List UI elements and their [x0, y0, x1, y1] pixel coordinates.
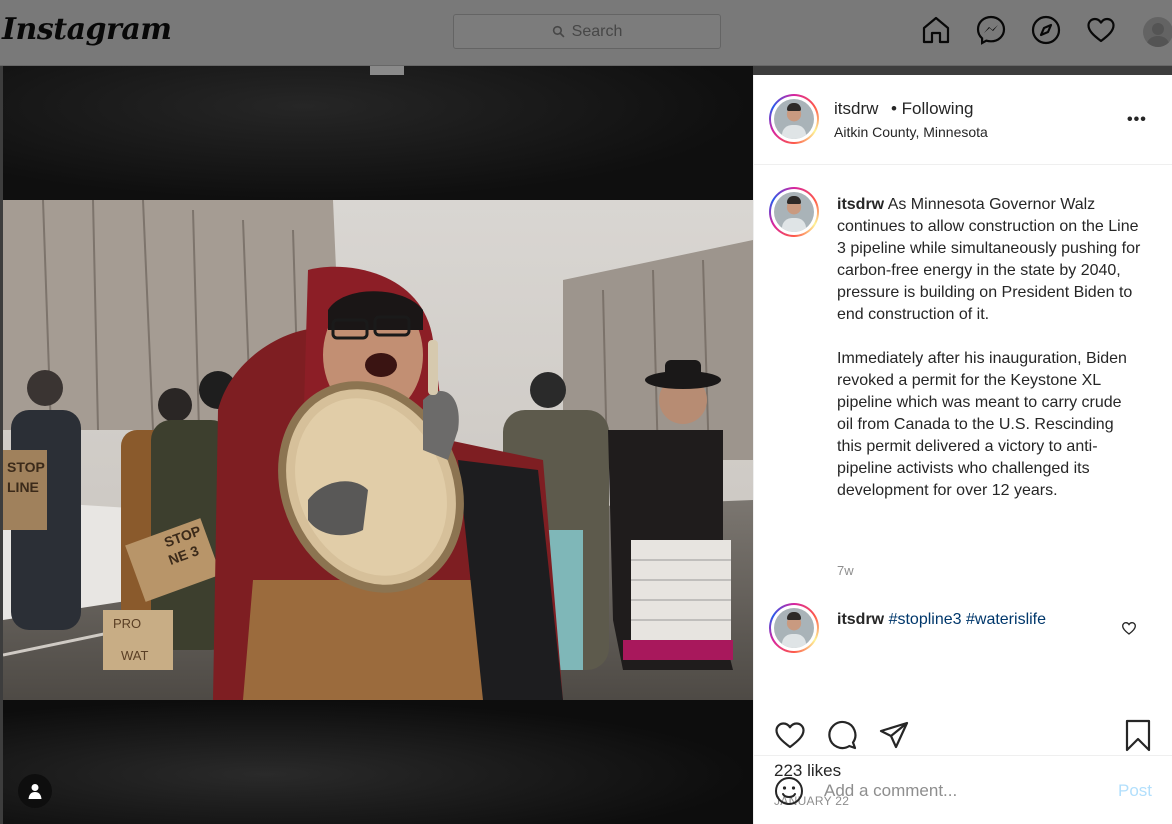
author-username[interactable]: itsdrw	[834, 99, 878, 119]
comments-list[interactable]: itsdrw As Minnesota Governor Walz contin…	[754, 166, 1172, 711]
user-icon	[28, 784, 42, 799]
like-comment-heart-icon[interactable]	[1121, 620, 1137, 636]
share-paper-plane-icon[interactable]	[878, 719, 910, 751]
caption-paragraph-1: As Minnesota Governor Walz continues to …	[837, 196, 1141, 323]
more-options-button[interactable]: •••	[1127, 111, 1147, 129]
media-letterbox-top	[3, 66, 753, 200]
home-icon[interactable]	[920, 14, 952, 46]
post-details-panel: itsdrw • Following Aitkin County, Minnes…	[753, 75, 1172, 824]
emoji-icon[interactable]	[774, 776, 804, 806]
media-letterbox-bottom	[3, 700, 753, 824]
media-edge-marker	[370, 66, 404, 75]
story-ring[interactable]	[769, 94, 819, 144]
messenger-icon[interactable]	[975, 14, 1007, 46]
caption-avatar	[774, 192, 814, 232]
post-comment-button[interactable]: Post	[1118, 781, 1152, 801]
hashtag-link[interactable]: #waterislife	[966, 611, 1046, 628]
caption-username[interactable]: itsdrw	[837, 196, 884, 213]
post-location[interactable]: Aitkin County, Minnesota	[834, 124, 988, 140]
follow-status[interactable]: • Following	[891, 99, 974, 119]
sign-text: LINE	[7, 479, 39, 495]
comment-input[interactable]: Add a comment...	[824, 781, 957, 801]
post-photo[interactable]: STOP LINE STOP NE 3 PRO WAT	[3, 200, 753, 700]
post-media[interactable]: STOP LINE STOP NE 3 PRO WAT	[3, 66, 753, 824]
comment-avatar	[774, 608, 814, 648]
activity-heart-icon[interactable]	[1085, 14, 1117, 46]
instagram-logo[interactable]: Instagram	[2, 12, 172, 47]
explore-icon[interactable]	[1030, 14, 1062, 46]
author-avatar	[774, 99, 814, 139]
sign-text: STOP	[7, 459, 45, 475]
sign-text: WAT	[121, 648, 148, 663]
search-placeholder: Search	[571, 22, 623, 40]
profile-avatar[interactable]	[1143, 17, 1172, 47]
post-modal: STOP LINE STOP NE 3 PRO WAT itsdrw • Fol…	[3, 66, 1172, 824]
like-heart-icon[interactable]	[774, 719, 806, 751]
add-comment-form: Add a comment... Post	[754, 755, 1172, 824]
post-header: itsdrw • Following Aitkin County, Minnes…	[754, 75, 1172, 165]
search-icon	[552, 25, 565, 38]
comment-username[interactable]: itsdrw	[837, 611, 884, 628]
caption-paragraph-2: Immediately after his inauguration, Bide…	[837, 350, 1127, 499]
sign-text: PRO	[113, 616, 141, 631]
caption-avatar-ring[interactable]	[769, 187, 819, 237]
caption-timestamp[interactable]: 7w	[837, 563, 854, 578]
post-caption: itsdrw As Minnesota Governor Walz contin…	[837, 194, 1141, 502]
comment-bubble-icon[interactable]	[826, 719, 858, 751]
user-silhouette-icon	[1146, 23, 1170, 47]
save-bookmark-icon[interactable]	[1123, 719, 1153, 753]
search-input[interactable]: Search	[453, 14, 721, 49]
comment-item: itsdrw #stopline3 #waterislife	[837, 611, 1046, 629]
top-nav: Instagram Search	[0, 0, 1172, 66]
tagged-accounts-button[interactable]	[18, 774, 52, 808]
hashtag-link[interactable]: #stopline3	[889, 611, 962, 628]
comment-avatar-ring[interactable]	[769, 603, 819, 653]
